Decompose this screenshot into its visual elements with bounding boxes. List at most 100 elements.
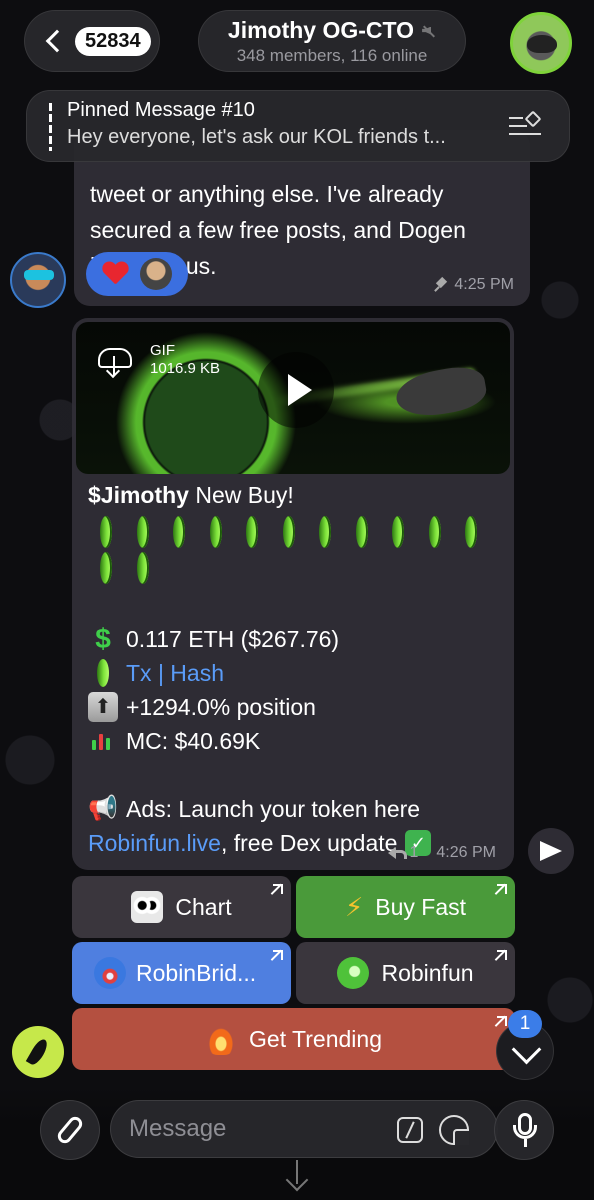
- coin-row: [88, 516, 500, 588]
- token-name: $Jimothy: [88, 482, 189, 508]
- coin-icon: [161, 516, 198, 552]
- external-link-icon: [273, 950, 283, 960]
- message-time: 1 4:26 PM: [387, 844, 496, 862]
- pinned-indicator: [49, 103, 52, 151]
- external-link-icon: [497, 950, 507, 960]
- raccoon-image: [392, 362, 490, 422]
- pinned-message-bar[interactable]: Pinned Message #10 Hey everyone, let's a…: [26, 90, 570, 162]
- tx-line: Tx | Hash: [88, 656, 500, 690]
- external-link-icon: [273, 884, 283, 894]
- pin-icon: [434, 278, 448, 292]
- chart-button-label: Chart: [175, 893, 232, 920]
- coin-icon: [453, 516, 490, 552]
- gif-label: GIF: [150, 342, 175, 359]
- chat-subtitle: 348 members, 116 online: [236, 46, 428, 65]
- bolt-icon: ⚡: [344, 891, 364, 922]
- chart-button[interactable]: Chart: [72, 876, 291, 938]
- gif-size: 1016.9 KB: [150, 360, 221, 377]
- robinbridge-button[interactable]: RobinBrid...: [72, 942, 291, 1004]
- robinbridge-label: RobinBrid...: [136, 959, 257, 986]
- download-icon[interactable]: [98, 342, 134, 378]
- tx-hash-link[interactable]: Tx | Hash: [126, 656, 224, 690]
- chart-icon: [88, 726, 118, 756]
- coin-icon: [88, 516, 125, 552]
- buy-fast-button[interactable]: ⚡ Buy Fast: [296, 876, 515, 938]
- pinned-title: Pinned Message #10: [67, 99, 255, 121]
- megaphone-icon: 📢: [88, 795, 118, 822]
- eth-amount: 0.117 ETH ($267.76): [126, 626, 340, 652]
- robinfun-button[interactable]: Robinfun: [296, 942, 515, 1004]
- chat-title-text: Jimothy OG-CTO: [227, 17, 415, 43]
- position-line: ⬆ +1294.0% position: [88, 690, 500, 724]
- coin-icon: [271, 516, 308, 552]
- paperclip-icon: [54, 1114, 86, 1146]
- position-text: +1294.0% position: [126, 694, 316, 720]
- down-arrow-icon: [286, 1160, 308, 1188]
- owl-icon: [131, 891, 164, 923]
- up-arrow-icon: ⬆: [88, 692, 118, 722]
- ads-line: 📢 Ads: Launch your token here: [88, 792, 500, 826]
- attach-button[interactable]: [40, 1100, 100, 1160]
- message-time: 4:25 PM: [434, 276, 514, 294]
- avatar[interactable]: [10, 252, 66, 308]
- buy-fast-label: Buy Fast: [375, 893, 467, 920]
- group-avatar[interactable]: [510, 12, 572, 74]
- robinfun-label: Robinfun: [381, 959, 474, 986]
- reply-icon: [387, 847, 407, 859]
- external-link-icon: [497, 884, 507, 894]
- coin-icon: [125, 552, 162, 588]
- get-trending-label: Get Trending: [249, 1025, 382, 1052]
- chat-title: Jimothy OG-CTO: [228, 17, 436, 44]
- reactions[interactable]: [86, 252, 188, 296]
- gif-meta: GIF 1016.9 KB: [150, 342, 220, 378]
- command-icon[interactable]: [397, 1117, 423, 1143]
- reply-count: 1: [409, 844, 419, 861]
- dollar-icon: $: [95, 623, 111, 654]
- coin-icon: [417, 516, 454, 552]
- coin-icon: [198, 516, 235, 552]
- external-link-icon: [497, 1016, 507, 1026]
- unread-count-badge: 52834: [75, 26, 151, 56]
- leaf-icon: [337, 957, 370, 989]
- microphone-button[interactable]: [494, 1100, 554, 1160]
- fire-icon: [205, 1023, 238, 1055]
- bridge-icon: [94, 957, 126, 989]
- coin-icon: [125, 516, 162, 552]
- share-icon[interactable]: [528, 828, 574, 874]
- time-text: 4:25 PM: [454, 276, 514, 293]
- coin-icon: [88, 658, 118, 688]
- message-line: tweet or anything else. I've already: [90, 181, 444, 207]
- coin-icon: [234, 516, 271, 552]
- message-body: $Jimothy New Buy! $ 0.117 ETH ($267.76) …: [88, 474, 500, 860]
- ads-text: Ads: Launch your token here: [126, 796, 421, 822]
- buy-title: $Jimothy New Buy!: [88, 478, 500, 512]
- coin-icon: [88, 552, 125, 588]
- coin-icon: [344, 516, 381, 552]
- gif-preview[interactable]: GIF 1016.9 KB: [76, 322, 510, 474]
- bot-avatar[interactable]: [12, 1026, 64, 1078]
- pinned-preview: Hey everyone, let's ask our KOL friends …: [67, 126, 446, 148]
- heart-icon: [102, 262, 128, 286]
- back-chevron-icon: [45, 29, 69, 53]
- pin-list-icon[interactable]: [509, 110, 543, 139]
- reaction-avatar: [140, 258, 172, 290]
- coin-icon: [380, 516, 417, 552]
- eth-line: $ 0.117 ETH ($267.76): [88, 622, 500, 656]
- coin-icon: [307, 516, 344, 552]
- back-button[interactable]: 52834: [24, 10, 160, 72]
- mute-icon: [422, 24, 436, 38]
- get-trending-button[interactable]: Get Trending: [72, 1008, 515, 1070]
- message-input-container[interactable]: [110, 1100, 498, 1158]
- message-bubble[interactable]: GIF 1016.9 KB $Jimothy New Buy! $ 0.117 …: [72, 318, 514, 870]
- market-cap-text: MC: $40.69K: [126, 728, 261, 754]
- message-line: secured a few free posts, and Dogen: [90, 217, 466, 243]
- robinfun-link[interactable]: Robinfun.live: [88, 826, 221, 860]
- chat-title-button[interactable]: Jimothy OG-CTO 348 members, 116 online: [198, 10, 466, 72]
- play-icon[interactable]: [258, 352, 334, 428]
- sticker-icon[interactable]: [439, 1115, 469, 1145]
- buy-title-text: New Buy!: [195, 482, 294, 508]
- mc-line: MC: $40.69K: [88, 724, 500, 758]
- message-input[interactable]: [129, 1115, 389, 1143]
- unread-badge: 1: [508, 1010, 542, 1038]
- ads-suffix: , free Dex update: [220, 830, 398, 856]
